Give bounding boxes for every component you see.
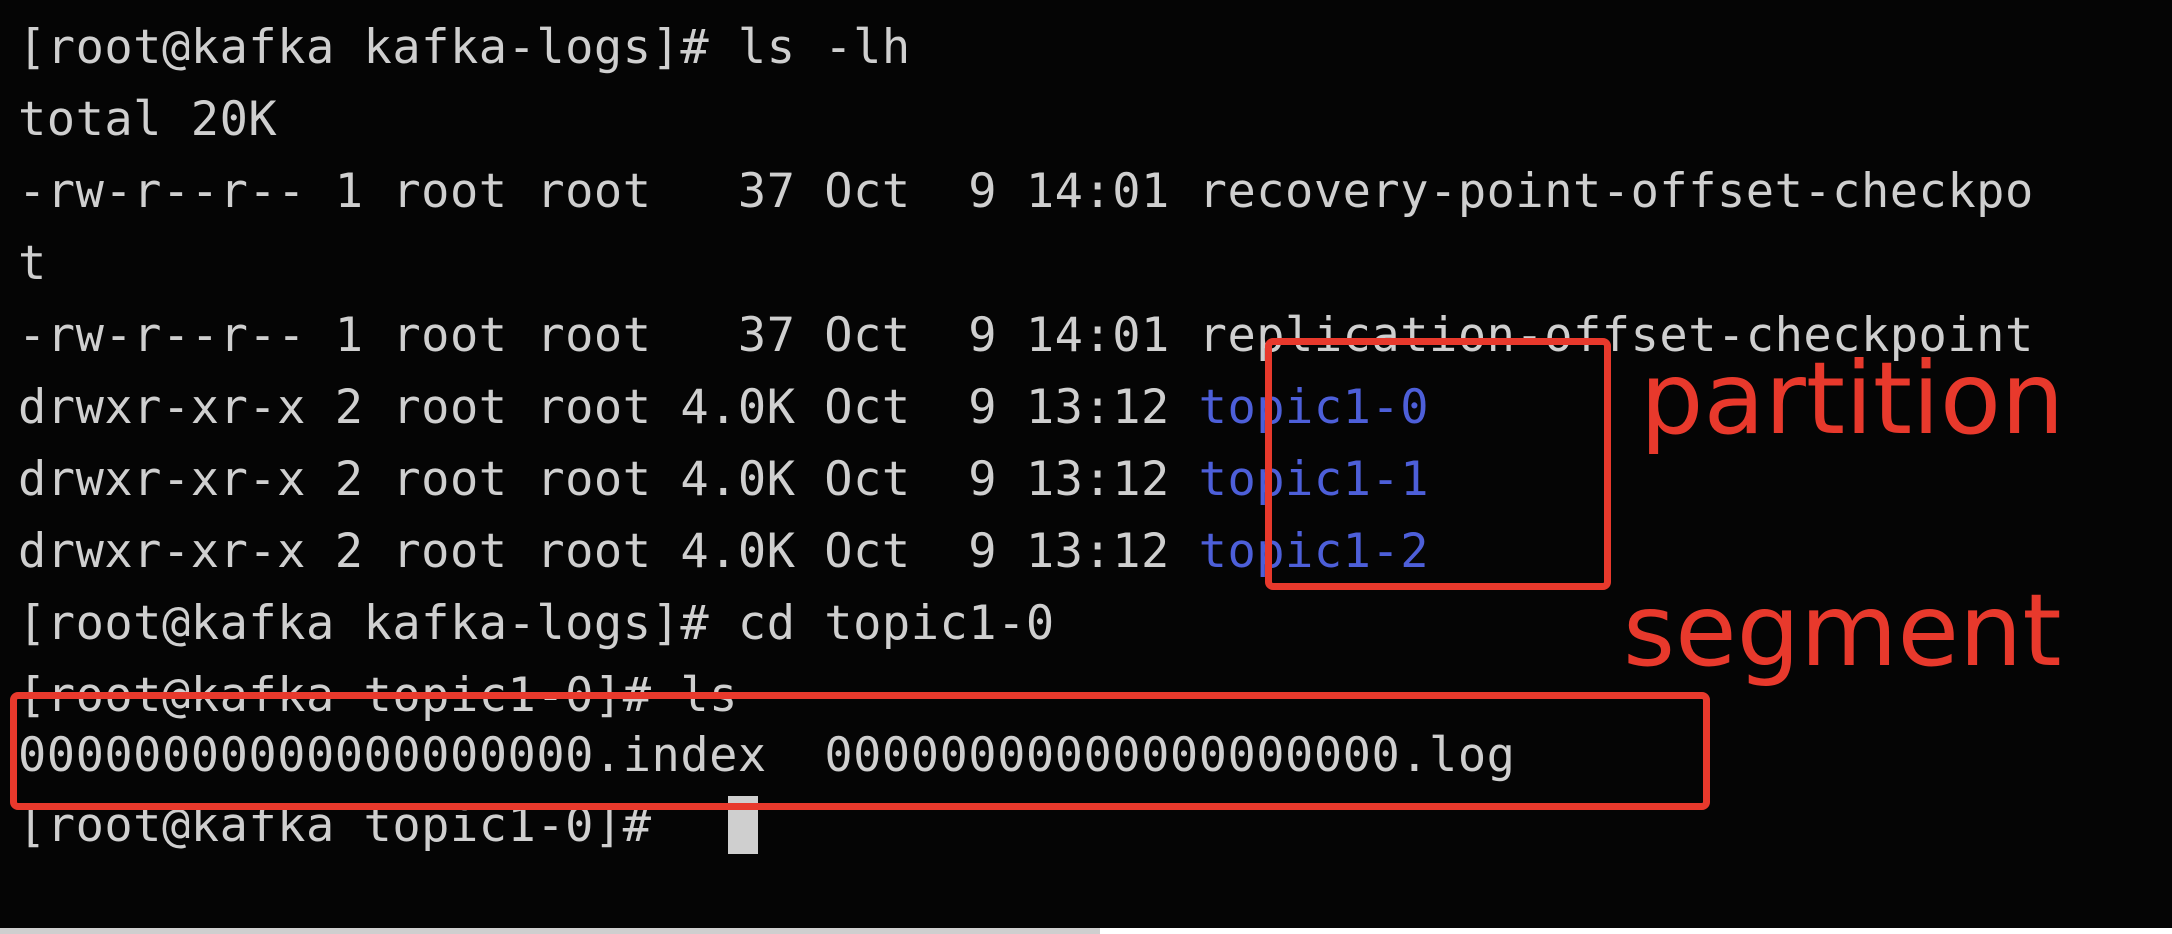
terminal-line-prompt-cd: [root@kafka kafka-logs]# cd topic1-0 [18, 596, 1055, 651]
terminal-line-wrap: t [18, 236, 47, 291]
terminal-line-total: total 20K [18, 92, 278, 147]
terminal-line-topic1-1: drwxr-xr-x 2 root root 4.0K Oct 9 13:12 … [18, 444, 1429, 516]
terminal-line-topic1-2: drwxr-xr-x 2 root root 4.0K Oct 9 13:12 … [18, 516, 1429, 588]
line-prefix: drwxr-xr-x 2 root root 4.0K Oct 9 13:12 [18, 380, 1199, 435]
partition-label: partition [1640, 340, 2065, 457]
terminal-line-prompt-ls: [root@kafka kafka-logs]# ls -lh [18, 20, 911, 75]
terminal-window[interactable]: [root@kafka kafka-logs]# ls -lh total 20… [0, 0, 2172, 928]
terminal-line-topic1-0: drwxr-xr-x 2 root root 4.0K Oct 9 13:12 … [18, 372, 1429, 444]
segment-label: segment [1623, 572, 2062, 689]
partition-highlight-box [1265, 338, 1611, 590]
line-prefix: drwxr-xr-x 2 root root 4.0K Oct 9 13:12 [18, 524, 1199, 579]
segment-highlight-box [10, 692, 1710, 810]
line-prefix: drwxr-xr-x 2 root root 4.0K Oct 9 13:12 [18, 452, 1199, 507]
terminal-line-recovery-checkpoint: -rw-r--r-- 1 root root 37 Oct 9 14:01 re… [18, 164, 2034, 219]
window-bottom-edge [0, 928, 1100, 934]
